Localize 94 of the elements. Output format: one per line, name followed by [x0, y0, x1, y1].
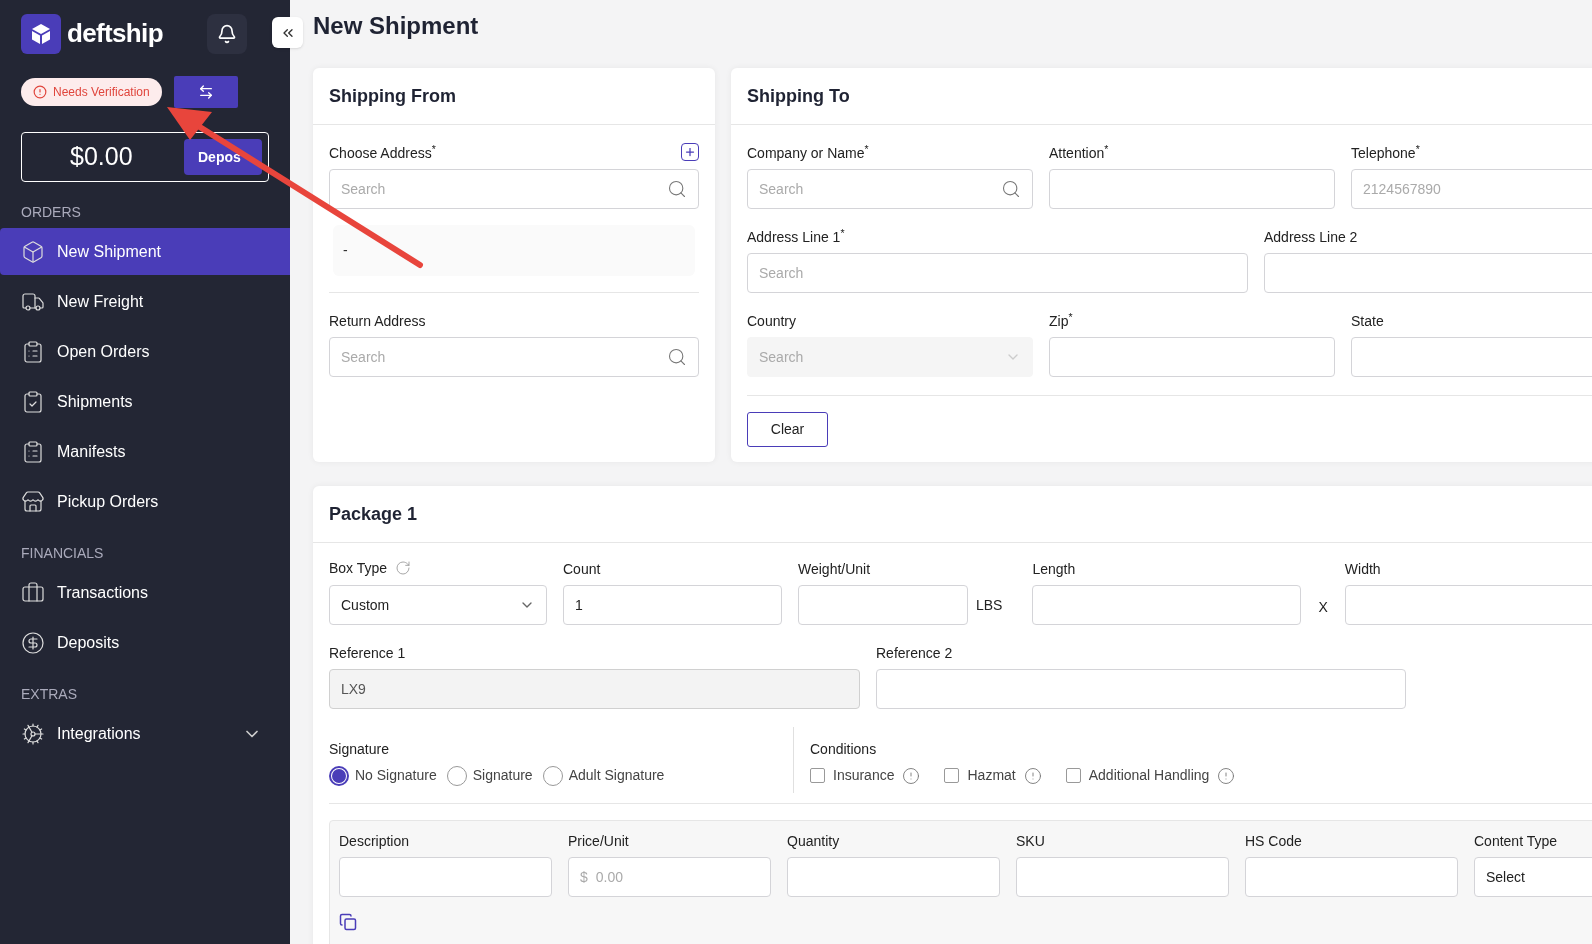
clear-button[interactable]: Clear [747, 412, 828, 447]
nav-item[interactable]: Integrations [0, 710, 290, 757]
copy-icon[interactable] [339, 913, 357, 931]
section-heading: ORDERS [20, 202, 82, 222]
radio-option[interactable]: Adult Signature [542, 765, 665, 786]
input-field[interactable] [1351, 337, 1592, 377]
briefcase-icon [21, 580, 45, 605]
info-icon[interactable] [902, 766, 921, 785]
nav-item[interactable]: Manifests [0, 428, 290, 475]
page-title: New Shipment [313, 11, 480, 41]
checkbox-option[interactable]: Additional Handling [1065, 765, 1210, 786]
dollar-icon [21, 630, 45, 655]
clipboard-check-icon [21, 389, 45, 414]
field-label: Company or Name$^{*}$ [747, 143, 870, 161]
swap-icon [197, 84, 214, 100]
info-icon[interactable] [1023, 766, 1042, 785]
card-title: Package 1 [329, 502, 418, 526]
address-preview: - [333, 225, 695, 276]
section-heading: FINANCIALS [20, 543, 105, 563]
nav-item[interactable]: Open Orders [0, 328, 290, 375]
select-field[interactable]: Select [1474, 857, 1592, 897]
clipboard-icon [21, 339, 45, 364]
field-label: Length [1032, 560, 1077, 577]
select-field[interactable]: Custom [329, 585, 547, 625]
info-icon[interactable] [1217, 766, 1236, 785]
field-label: Attention$^{*}$ [1049, 143, 1110, 161]
logo-icon [21, 13, 61, 54]
field-label: Price/Unit [568, 832, 630, 849]
field-label: Conditions [810, 740, 878, 757]
alert-icon [33, 85, 47, 99]
field-label: Zip$^{*}$ [1049, 311, 1074, 329]
input-field[interactable] [1016, 857, 1229, 897]
search-icon [667, 347, 687, 367]
radio-option[interactable]: No Signature [329, 765, 437, 786]
times-sign: X [1318, 597, 1328, 617]
field-label: Address Line 2 [1264, 228, 1359, 245]
swap-button[interactable] [173, 76, 238, 108]
field-label: Width [1344, 560, 1382, 577]
field-label: Quantity [787, 832, 841, 849]
balance-amount: $0.00 [70, 141, 133, 173]
bell-icon [216, 23, 237, 44]
add-icon[interactable] [681, 143, 699, 161]
gear-icon [21, 721, 45, 746]
field-label: HS Code [1245, 832, 1303, 849]
field-label: SKU [1016, 832, 1046, 849]
nav-item[interactable]: Deposits [0, 619, 290, 666]
stand-icon [21, 489, 45, 514]
field-label: Description [339, 832, 411, 849]
field-label: Country [747, 312, 798, 329]
currency-sign: $ [580, 867, 588, 887]
input-field[interactable]: 1 [563, 585, 782, 625]
nav-item[interactable]: New Shipment [0, 228, 290, 275]
price-placeholder: 0.00 [595, 867, 625, 887]
input-field[interactable] [1245, 857, 1458, 897]
field-label: Choose Address$^{*}$ [329, 143, 436, 161]
radio-option[interactable]: Signature [446, 765, 533, 786]
field-label: Count [563, 560, 602, 577]
checkbox-option[interactable]: Insurance [810, 765, 895, 786]
field-label: Weight/Unit [798, 560, 872, 577]
box-icon [21, 239, 45, 264]
status-badge: Needs Verification [21, 78, 162, 106]
input-field[interactable] [1032, 585, 1302, 625]
logo-text: deftship [67, 17, 163, 50]
nav-item[interactable]: Shipments [0, 378, 290, 425]
card-title: Shipping From [329, 84, 456, 108]
field-label: Address Line 1$^{*}$ [747, 227, 846, 245]
field-label: Signature [329, 740, 390, 757]
collapse-button[interactable] [272, 17, 303, 48]
nav-item[interactable]: Pickup Orders [0, 478, 290, 525]
input-field[interactable] [787, 857, 1000, 897]
field-label: Telephone$^{*}$ [1351, 143, 1421, 161]
input-field[interactable] [1049, 169, 1335, 209]
input-field[interactable] [876, 669, 1406, 709]
unit-label: LBS [976, 595, 1003, 615]
field-label: Content Type [1474, 832, 1559, 849]
reset-icon[interactable] [395, 560, 412, 576]
card-title: Shipping To [747, 84, 850, 108]
checkbox-option[interactable]: Hazmat [944, 765, 1016, 786]
field-label: Reference 1 [329, 644, 407, 661]
field-label: Return Address [329, 312, 427, 329]
field-label: State [1351, 312, 1385, 329]
input-field[interactable] [798, 585, 968, 625]
field-label: Reference 2 [876, 644, 954, 661]
section-heading: EXTRAS [20, 684, 78, 704]
search-icon [667, 179, 687, 199]
input-field[interactable] [339, 857, 552, 897]
field-label: Box Type [329, 558, 388, 578]
nav-item[interactable]: Transactions [0, 569, 290, 616]
input-field[interactable] [1344, 585, 1592, 625]
clipboard-icon [21, 439, 45, 464]
notifications-button[interactable] [206, 13, 247, 54]
search-icon [1001, 179, 1021, 199]
input-field[interactable] [1049, 337, 1335, 377]
nav-item[interactable]: New Freight [0, 278, 290, 325]
